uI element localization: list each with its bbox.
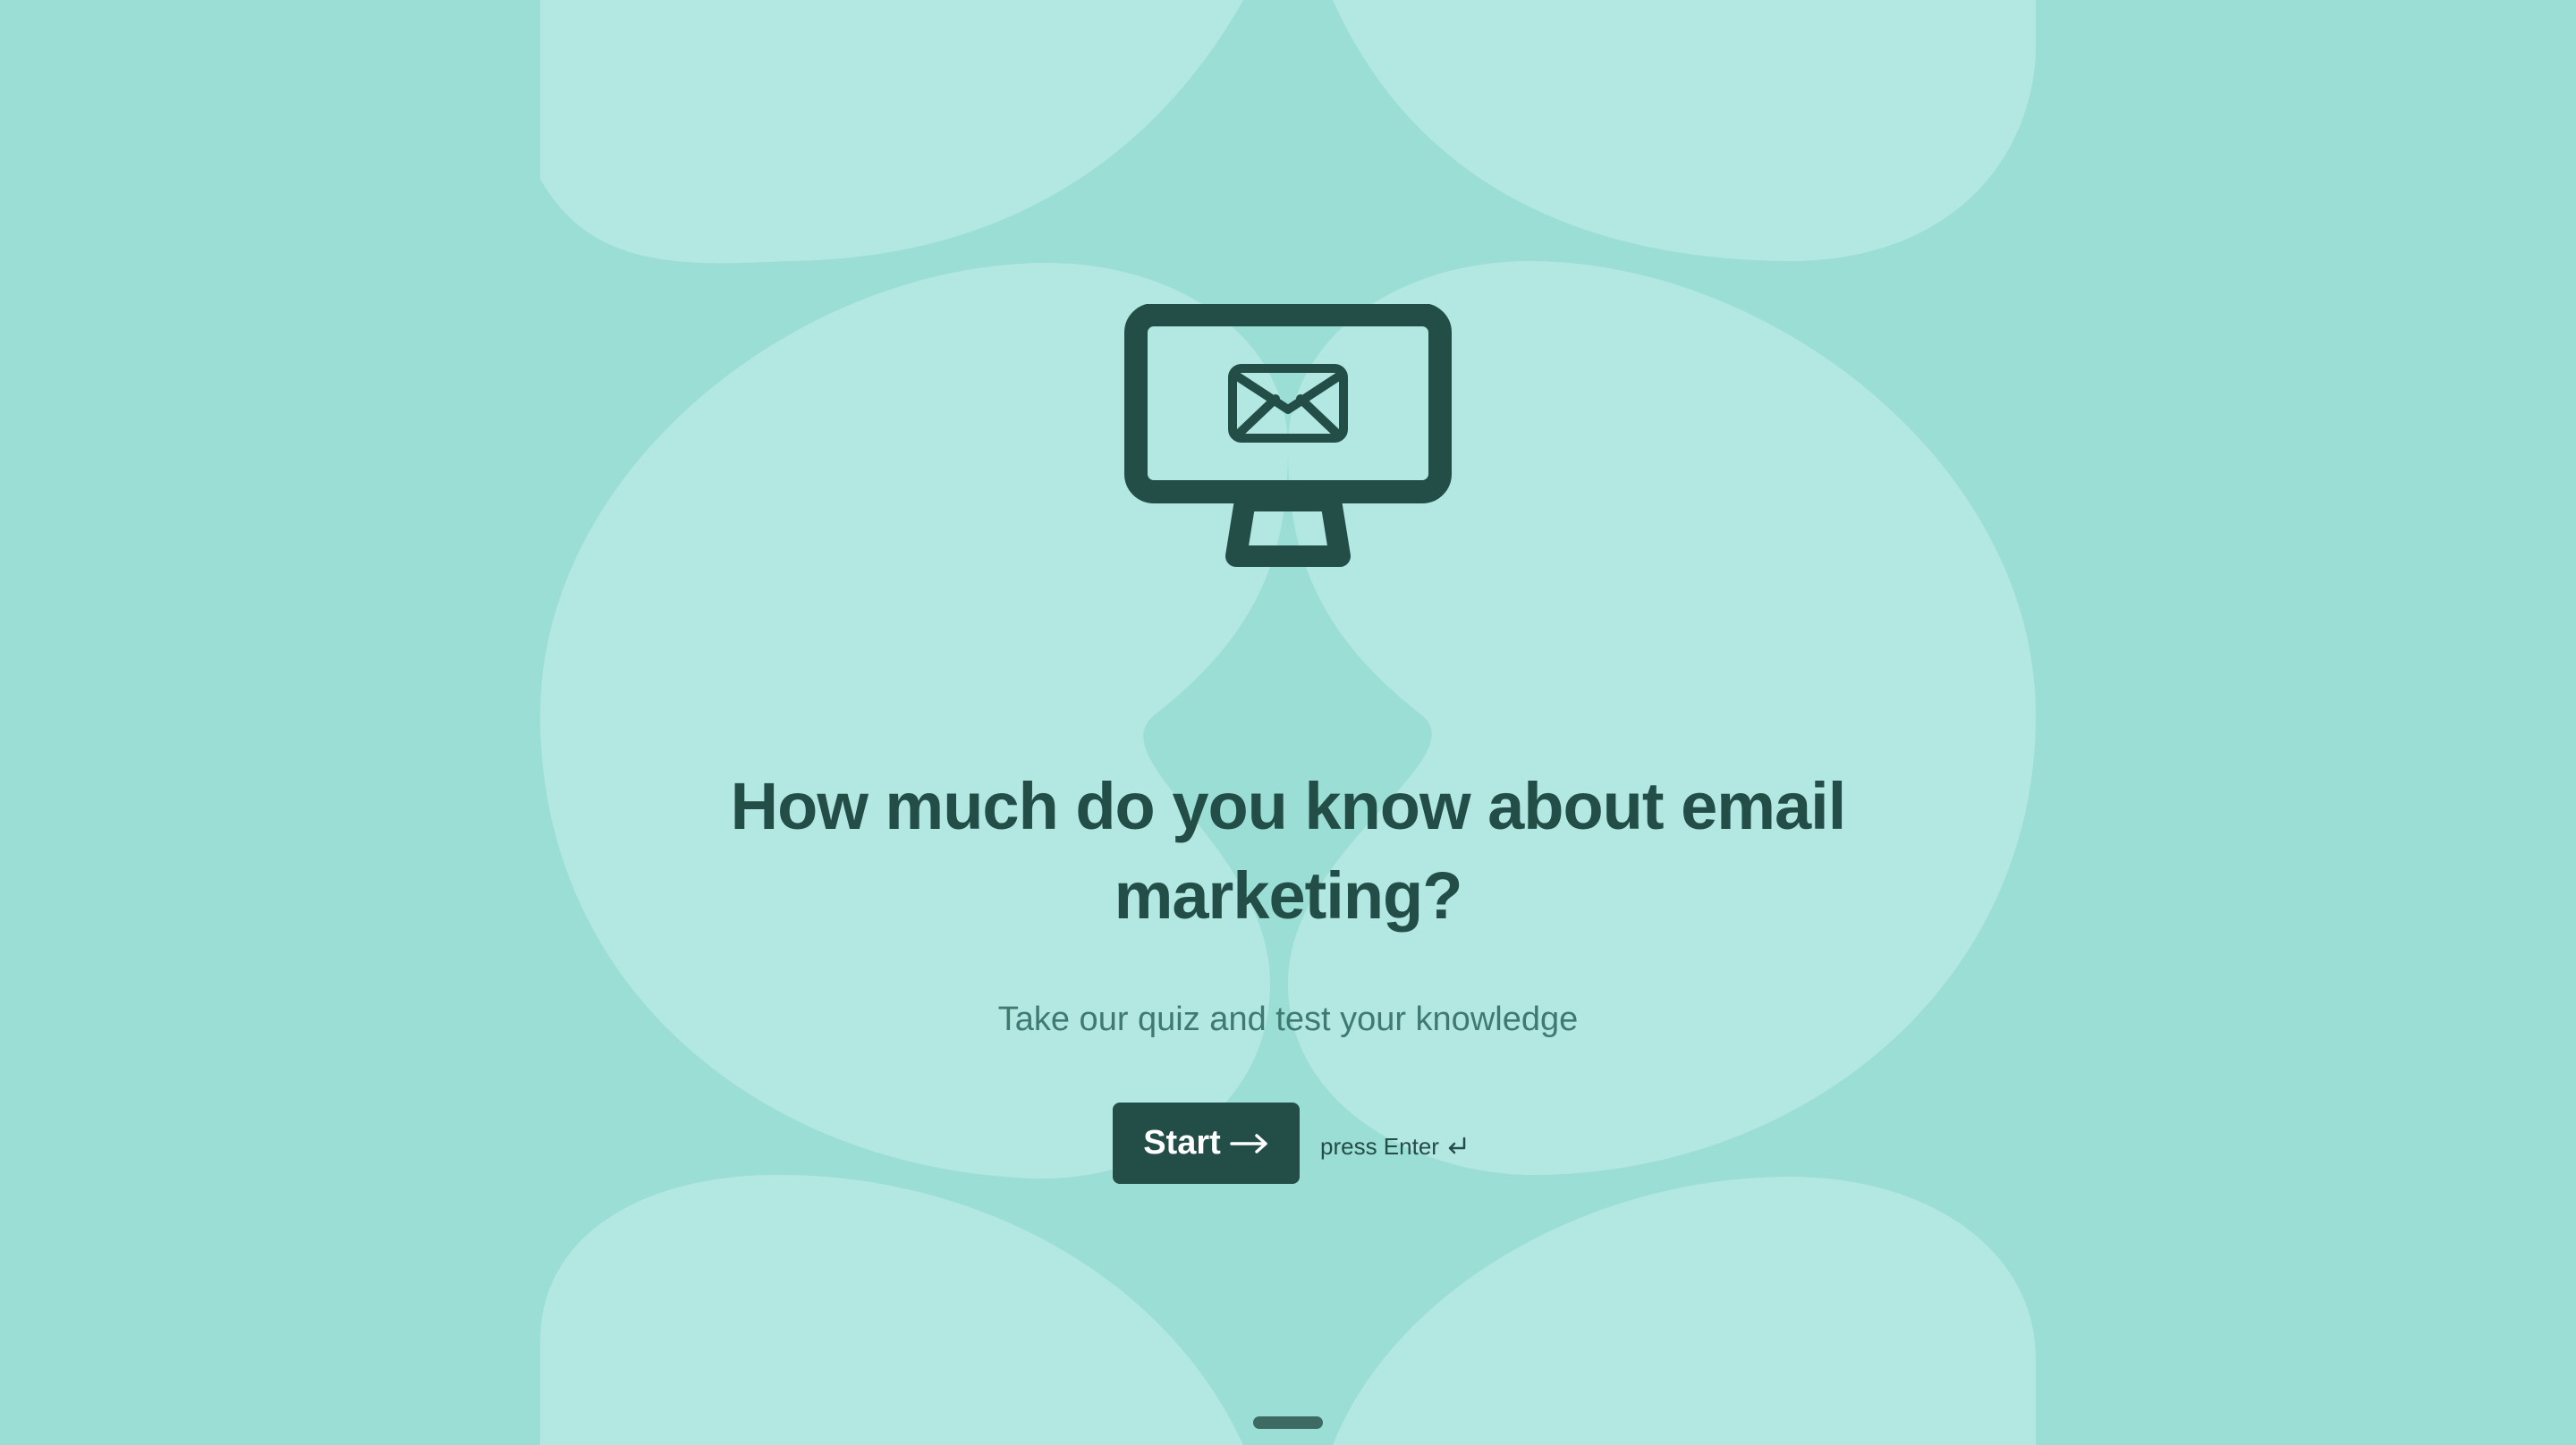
- keyboard-hint-label: press Enter: [1320, 1133, 1439, 1160]
- start-button-label: Start: [1143, 1124, 1221, 1162]
- start-button[interactable]: Start: [1113, 1103, 1300, 1184]
- keyboard-hint: press Enter: [1320, 1128, 1468, 1164]
- page-subtitle: Take our quiz and test your knowledge: [997, 1001, 1579, 1038]
- arrow-right-icon: [1230, 1133, 1269, 1154]
- welcome-screen: How much do you know about email marketi…: [0, 0, 2576, 1445]
- enter-key-icon: [1446, 1137, 1468, 1156]
- monitor-mail-icon: [1124, 304, 1452, 567]
- scroll-handle[interactable]: [1253, 1416, 1323, 1429]
- page-title: How much do you know about email marketi…: [730, 769, 1847, 933]
